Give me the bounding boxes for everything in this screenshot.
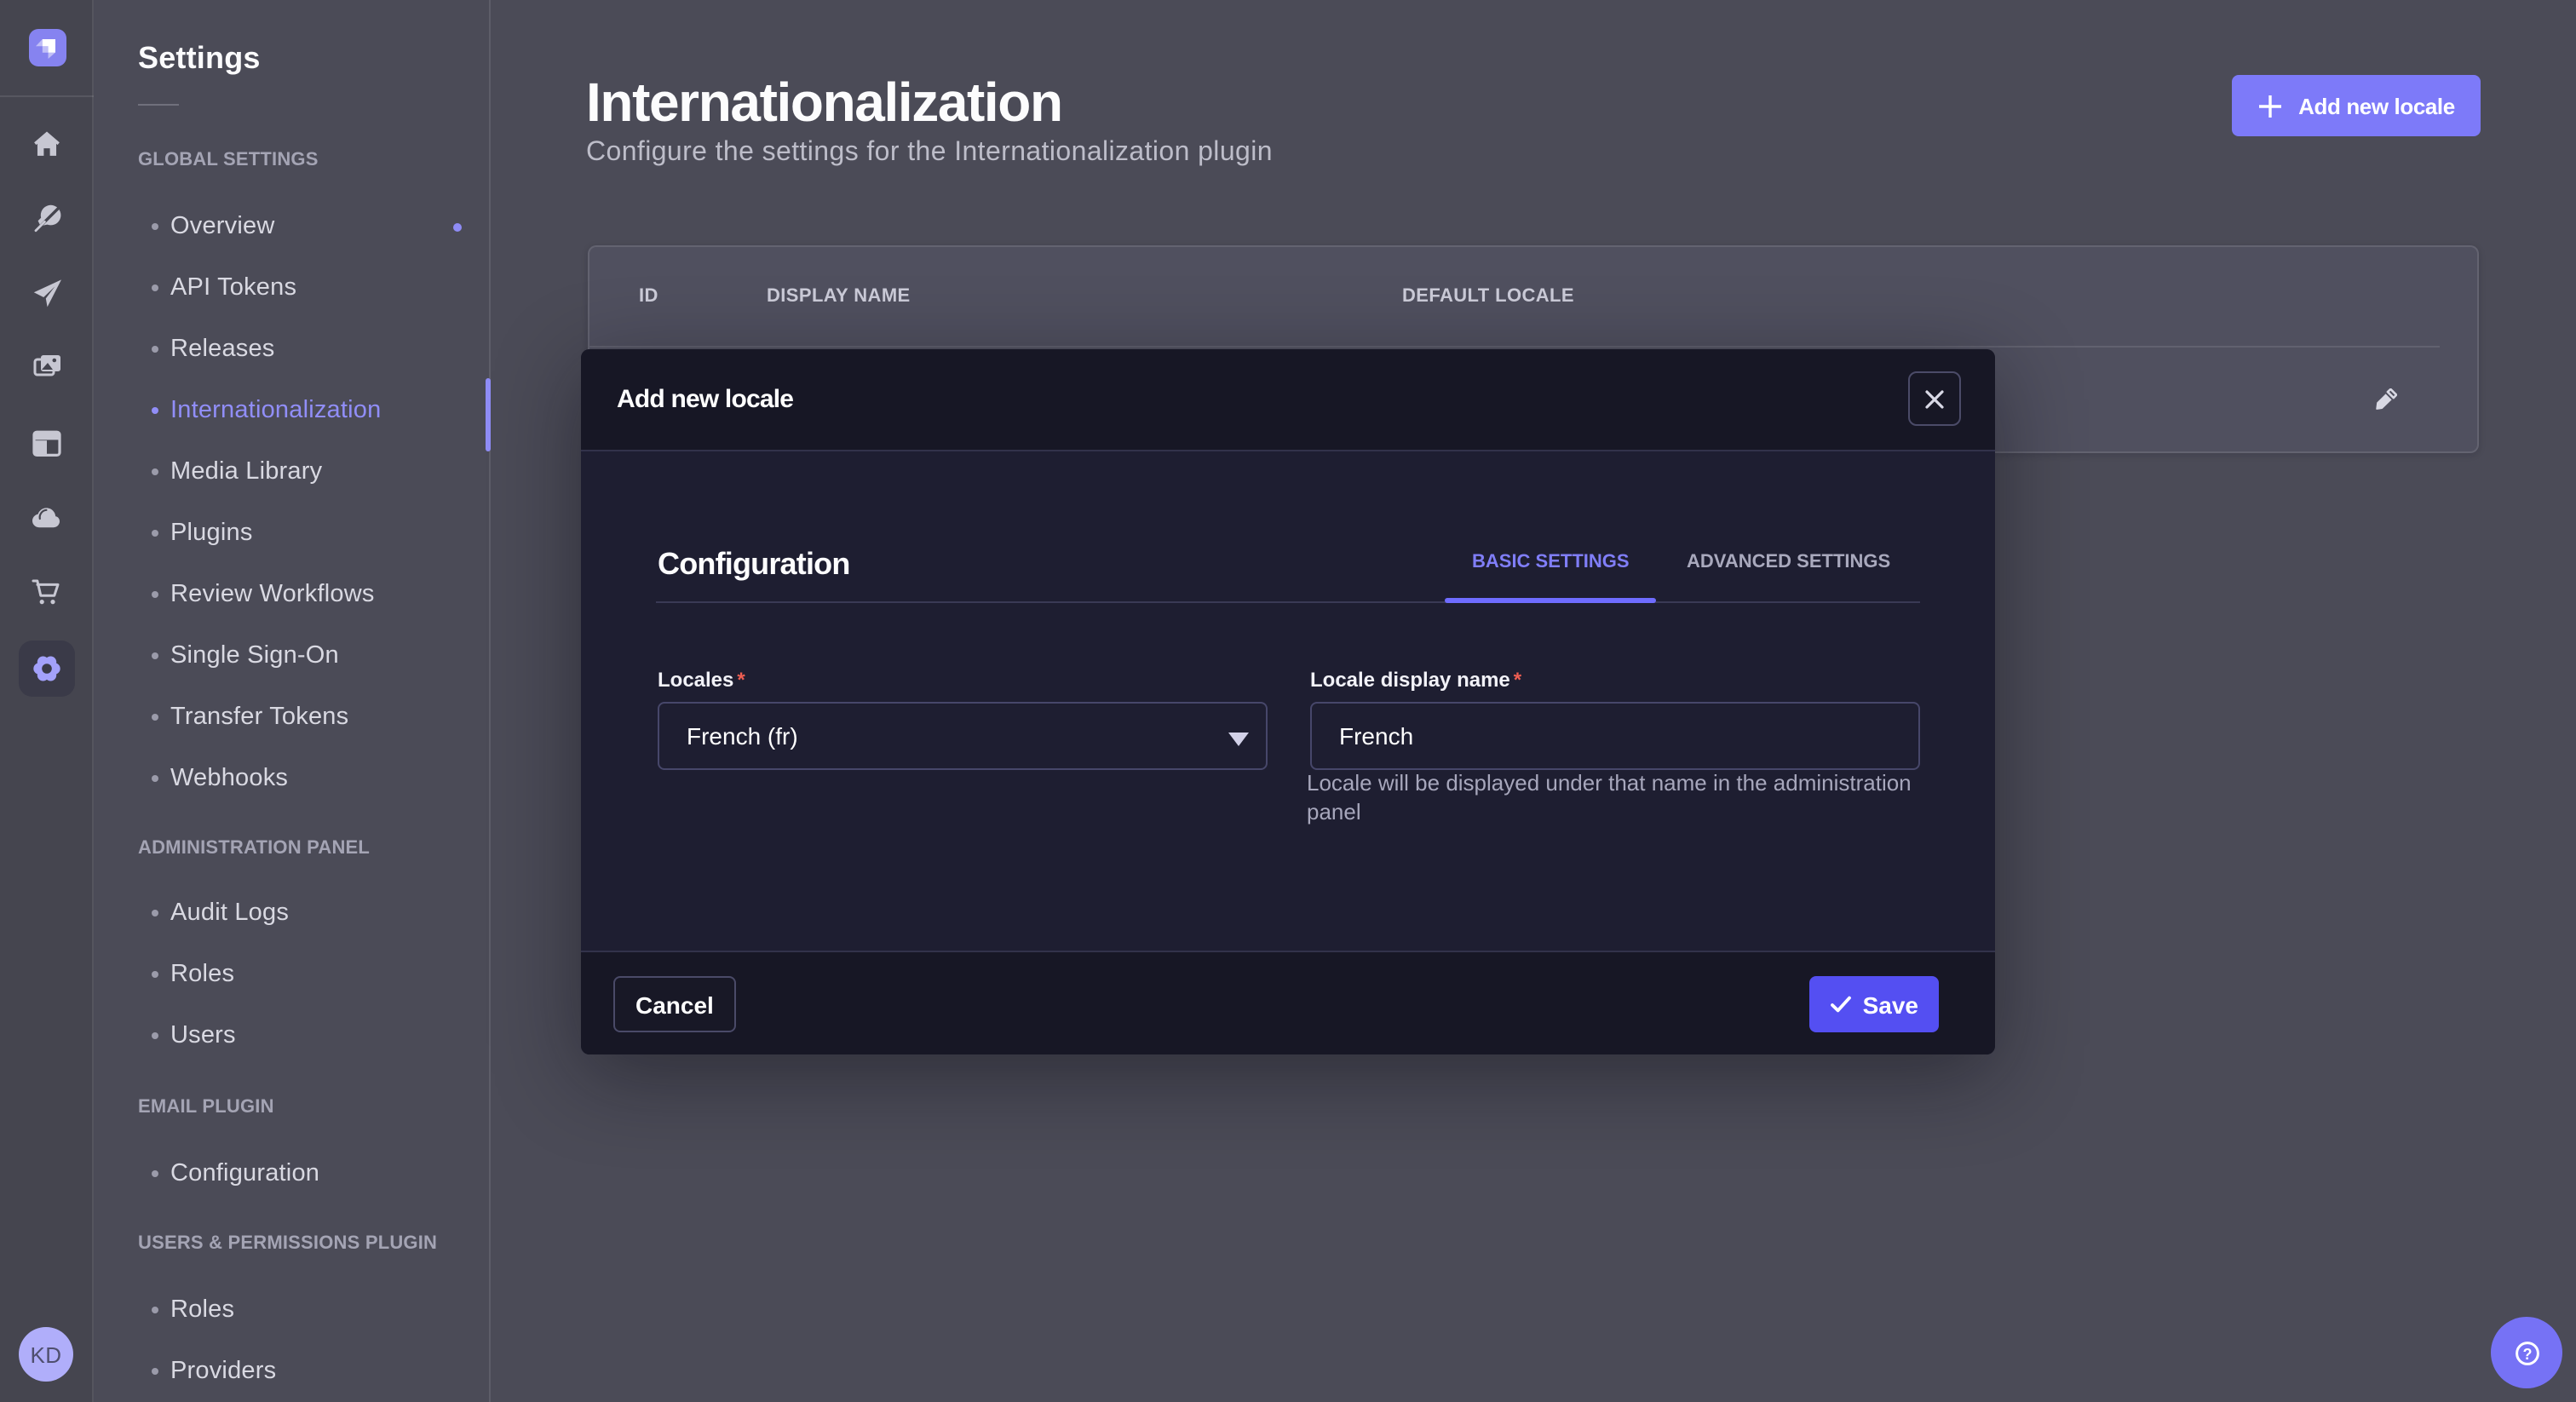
svg-text:?: ? <box>2522 1345 2532 1362</box>
